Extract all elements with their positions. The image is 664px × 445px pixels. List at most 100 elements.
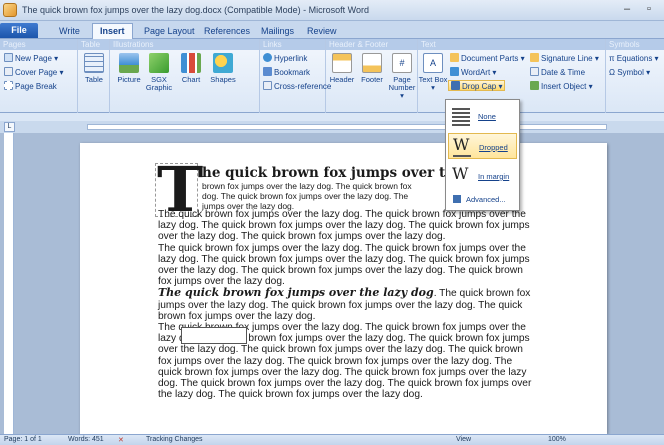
footer-icon: [362, 53, 382, 73]
date-time-button[interactable]: Date & Time: [530, 67, 585, 78]
symbols-group: Symbols π Equations ▾ Ω Symbol ▾: [606, 39, 664, 113]
document-page[interactable]: T he quick brown fox jumps over the laz …: [80, 143, 607, 434]
track-changes-status[interactable]: Tracking Changes: [146, 436, 203, 443]
none-thumbnail-icon: [452, 106, 470, 126]
shapes-icon: [213, 53, 233, 73]
document-parts-icon: [450, 53, 459, 62]
header-button[interactable]: Header: [327, 53, 357, 84]
page-number-icon: #: [392, 53, 412, 73]
dropped-thumbnail-icon: W: [453, 137, 471, 157]
text-box-icon: A: [423, 53, 443, 73]
document-area: T he quick brown fox jumps over the laz …: [0, 133, 664, 434]
quick-access-toolbar: [0, 113, 664, 121]
symbols-group-label: Symbols: [606, 39, 664, 50]
document-heading: he quick brown fox jumps over the laz: [202, 165, 490, 181]
page-number-button[interactable]: # Page Number ▾: [387, 53, 417, 100]
tab-insert[interactable]: Insert: [92, 23, 133, 40]
wordart-button[interactable]: WordArt ▾: [450, 67, 496, 78]
drop-cap-menu: None W Dropped W In margin Advanced...: [445, 99, 520, 211]
wordart-icon: [450, 67, 459, 76]
vertical-ruler[interactable]: [4, 133, 14, 434]
proofing-icon[interactable]: ✕: [118, 436, 124, 444]
footer-button[interactable]: Footer: [357, 53, 387, 84]
document-parts-button[interactable]: Document Parts ▾: [450, 53, 525, 64]
advanced-icon: [453, 195, 461, 203]
ribbon-tabs: File Write Insert Page Layout References…: [0, 21, 664, 40]
text-group-label: Text: [418, 39, 605, 50]
zoom-level[interactable]: 100%: [548, 436, 566, 443]
shapes-button[interactable]: Shapes: [208, 53, 238, 84]
header-footer-group: Header & Footer Header Footer # Page Numb…: [326, 39, 418, 113]
links-group-label: Links: [260, 39, 325, 50]
tab-page-layout[interactable]: Page Layout: [137, 24, 202, 39]
drop-cap-none-option[interactable]: None: [448, 103, 517, 129]
text-box-shape[interactable]: [181, 327, 247, 344]
table-button[interactable]: Table: [79, 53, 109, 84]
chart-icon: [181, 53, 201, 73]
title-bar: The quick brown fox jumps over the lazy …: [0, 0, 664, 21]
header-footer-group-label: Header & Footer: [326, 39, 417, 50]
picture-button[interactable]: Picture: [114, 53, 144, 84]
word-app-icon[interactable]: [3, 3, 17, 17]
drop-cap-advanced-option[interactable]: Advanced...: [448, 190, 517, 208]
signature-line-button[interactable]: Signature Line ▾: [530, 53, 599, 64]
tab-write[interactable]: Write: [52, 24, 87, 39]
smartart-icon: [149, 53, 169, 73]
cross-reference-icon: [263, 81, 272, 90]
drop-cap-dropped-option[interactable]: W Dropped: [448, 133, 517, 159]
links-group: Links Hyperlink Bookmark Cross-reference: [260, 39, 331, 113]
tab-review[interactable]: Review: [300, 24, 344, 39]
new-page-icon: [4, 53, 13, 62]
picture-icon: [119, 53, 139, 73]
tab-references[interactable]: References: [197, 24, 257, 39]
bookmark-icon: [263, 67, 272, 76]
paragraph-2: The quick brown fox jumps over the lazy …: [158, 242, 530, 288]
paragraph-3: The quick brown fox jumps over the lazy …: [158, 286, 531, 322]
heading-body-text: brown fox jumps over the lazy dog. The q…: [202, 181, 412, 212]
hyperlink-icon: [263, 53, 272, 62]
new-page-button[interactable]: New Page ▾: [4, 53, 58, 64]
drop-cap-icon: [451, 81, 460, 90]
tab-mailings[interactable]: Mailings: [254, 24, 301, 39]
table-icon: [84, 53, 104, 73]
cover-page-button[interactable]: Cover Page ▾: [4, 67, 63, 78]
ribbon: Pages New Page ▾ Cover Page ▾ Page Break…: [0, 39, 664, 113]
pages-group-label: Pages: [0, 39, 77, 50]
horizontal-ruler[interactable]: [87, 124, 607, 130]
tables-group: Table Table: [78, 39, 110, 113]
drop-cap-in-margin-option[interactable]: W In margin: [448, 163, 517, 189]
drop-cap-button[interactable]: Drop Cap ▾: [448, 80, 506, 91]
smartart-button[interactable]: SGX Graphic: [144, 53, 174, 92]
window-title: The quick brown fox jumps over the lazy …: [22, 5, 369, 15]
tables-group-label: Table: [78, 39, 109, 50]
view-label: View: [456, 436, 472, 443]
page-break-icon: [4, 81, 13, 90]
minimize-button[interactable]: –: [618, 2, 636, 17]
cover-page-icon: [4, 67, 13, 76]
object-icon: [530, 81, 539, 90]
equations-button[interactable]: π Equations ▾: [609, 53, 659, 64]
italic-heading: The quick brown fox jumps over the lazy …: [158, 286, 434, 300]
restore-button[interactable]: ▫: [640, 2, 658, 17]
status-bar: Page: 1 of 1 Words: 451 ✕ Tracking Chang…: [0, 434, 664, 445]
bookmark-button[interactable]: Bookmark: [263, 67, 310, 78]
pages-group: Pages New Page ▾ Cover Page ▾ Page Break: [0, 39, 78, 113]
chart-button[interactable]: Chart: [176, 53, 206, 84]
document-body: The quick brown fox jumps over the lazy …: [158, 209, 536, 400]
calendar-icon: [530, 67, 539, 76]
tab-file[interactable]: File: [0, 23, 38, 38]
illustrations-group-label: Illustrations: [110, 39, 259, 50]
paragraph-1: The quick brown fox jumps over the lazy …: [158, 209, 530, 243]
header-icon: [332, 53, 352, 73]
cross-reference-button[interactable]: Cross-reference: [263, 81, 331, 92]
hyperlink-button[interactable]: Hyperlink: [263, 53, 307, 64]
page-count-status[interactable]: Page: 1 of 1: [4, 436, 42, 443]
signature-line-icon: [530, 53, 539, 62]
symbol-button[interactable]: Ω Symbol ▾: [609, 67, 650, 78]
word-count-status[interactable]: Words: 451: [68, 436, 104, 443]
text-box-button[interactable]: A Text Box ▾: [418, 53, 448, 92]
ruler-area: L: [0, 121, 664, 133]
page-break-button[interactable]: Page Break: [4, 81, 57, 92]
insert-object-button[interactable]: Insert Object ▾: [530, 81, 593, 92]
tab-selector[interactable]: L: [4, 122, 15, 132]
